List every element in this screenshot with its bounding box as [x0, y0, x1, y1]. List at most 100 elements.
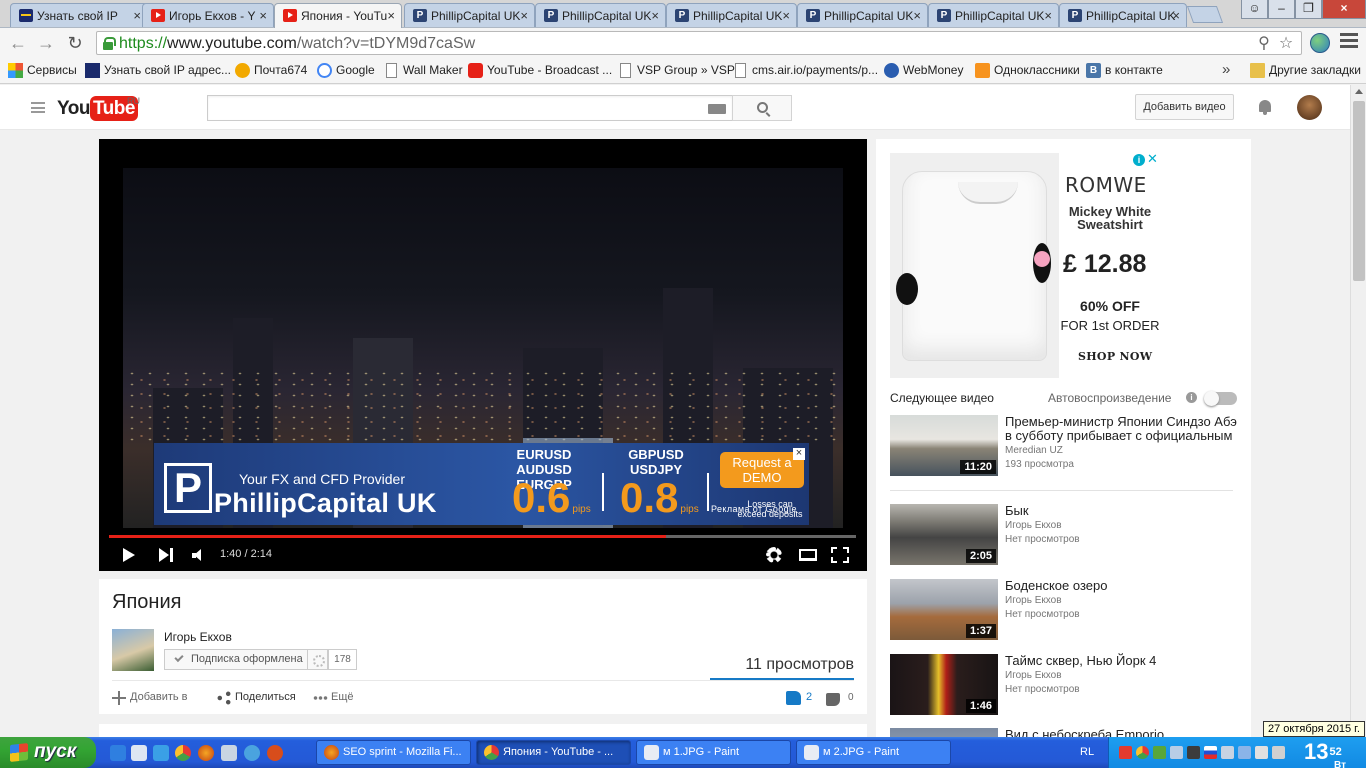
next-icon[interactable] [159, 548, 173, 562]
bookmark-wallmaker[interactable]: Wall Maker [384, 63, 463, 79]
browser-tab-phillip[interactable]: P PhillipCapital UK × [404, 3, 535, 27]
related-video[interactable]: 1:46 Таймс сквер, Нью Йорк 4 Игорь Екхов… [890, 654, 1235, 716]
upload-button[interactable]: Добавить видео [1135, 94, 1234, 120]
bookmark-vsp[interactable]: VSP Group » VSP [618, 63, 735, 79]
star-icon[interactable]: ☆ [1277, 35, 1295, 53]
related-video[interactable]: 11:20 Премьер-министр Японии Синдзо Абэ … [890, 415, 1237, 477]
close-tab-icon[interactable]: × [520, 8, 528, 23]
related-video[interactable]: Вид с небоскреба Emporio [890, 728, 1235, 737]
avatar[interactable] [1297, 95, 1322, 120]
browser-tab-phillip[interactable]: P PhillipCapital UK × [535, 3, 666, 27]
progress-bar[interactable] [109, 535, 856, 538]
bluetooth-icon[interactable] [1238, 746, 1251, 759]
info-icon[interactable]: i [1186, 392, 1197, 403]
fullscreen-icon[interactable] [831, 547, 849, 563]
back-button[interactable]: ← [6, 32, 30, 54]
subscription-settings-icon[interactable] [308, 649, 328, 670]
bookmark-mail[interactable]: Почта674 [235, 63, 307, 79]
network-icon[interactable] [1153, 746, 1166, 759]
reload-button[interactable]: ↻ [63, 32, 87, 54]
update-icon[interactable] [1272, 746, 1285, 759]
page-scrollbar[interactable] [1350, 85, 1366, 737]
bookmark-other-folder[interactable]: Другие закладки [1250, 63, 1361, 79]
bookmarks-overflow-button[interactable]: » [1222, 61, 1230, 78]
video-thumbnail[interactable]: 11:20 [890, 415, 998, 476]
close-ad-icon[interactable]: × [793, 448, 805, 460]
browser-tab-active[interactable]: Япония - YouTu × [274, 3, 402, 28]
scroll-up-arrow-icon[interactable] [1355, 89, 1363, 94]
sidebar-ad-banner[interactable]: i ✕ ROMWE Mickey White Sweatshirt £ 12.8… [890, 153, 1159, 378]
russia-flag-icon[interactable] [1204, 746, 1217, 759]
media-icon[interactable] [244, 745, 260, 761]
browser-tab-phillip[interactable]: P PhillipCapital UK × [928, 3, 1059, 27]
search-button[interactable] [732, 95, 792, 121]
request-demo-button[interactable]: Request a DEMO [720, 452, 804, 488]
close-tab-icon[interactable]: × [1044, 8, 1052, 23]
firefox-icon[interactable] [198, 745, 214, 761]
share-button[interactable]: Поделиться [217, 691, 296, 705]
taskbar-window-firefox[interactable]: SEO sprint - Mozilla Fi... [316, 740, 471, 765]
video-thumbnail[interactable]: 1:37 [890, 579, 998, 640]
bookmark-cms-air[interactable]: cms.air.io/payments/p... [733, 63, 878, 79]
more-button[interactable]: Ещё [313, 691, 354, 705]
explorer-icon[interactable] [153, 745, 169, 761]
taskbar-window-paint-2[interactable]: м 2.JPG - Paint [796, 740, 951, 765]
video-title[interactable]: Боденское озеро [1005, 579, 1240, 593]
usb-icon[interactable] [1255, 746, 1268, 759]
play-icon[interactable] [123, 548, 135, 562]
new-tab-button[interactable] [1186, 6, 1224, 23]
notepad-icon[interactable] [131, 745, 147, 761]
video-title[interactable]: Бык [1005, 504, 1240, 518]
youtube-logo[interactable]: You Tube [57, 96, 138, 121]
add-to-button[interactable]: Добавить в [112, 691, 188, 705]
close-tab-icon[interactable]: × [782, 8, 790, 23]
chrome-icon[interactable] [175, 745, 191, 761]
browser-tab-phillip[interactable]: P PhillipCapital UK × [1059, 3, 1187, 27]
close-tab-icon[interactable]: × [651, 8, 659, 23]
bookmark-ip[interactable]: Узнать свой IP адрес... [85, 63, 231, 79]
video-thumbnail[interactable]: 2:05 [890, 504, 998, 565]
taskbar-window-paint-1[interactable]: м 1.JPG - Paint [636, 740, 791, 765]
guide-menu-icon[interactable] [31, 102, 45, 113]
browser-menu-icon[interactable] [1340, 33, 1358, 49]
calculator-icon[interactable] [221, 745, 237, 761]
display-icon[interactable] [1170, 746, 1183, 759]
related-video[interactable]: 1:37 Боденское озеро Игорь Екхов Нет про… [890, 579, 1235, 641]
browser-tab-phillip[interactable]: P PhillipCapital UK × [797, 3, 928, 27]
bookmark-odnoklassniki[interactable]: Одноклассники [975, 63, 1080, 79]
close-tab-icon[interactable]: × [259, 8, 267, 23]
scrollbar-thumb[interactable] [1353, 101, 1365, 281]
chrome-icon[interactable] [1136, 746, 1149, 759]
browser-tab-channel[interactable]: Игорь Екхов - Y × [142, 3, 274, 27]
url-text[interactable]: https://www.youtube.com/watch?v=tDYM9d7c… [119, 35, 475, 53]
related-video[interactable]: 2:05 Бык Игорь Екхов Нет просмотров [890, 504, 1235, 566]
antivirus-icon[interactable] [1119, 746, 1132, 759]
shop-now-button[interactable]: SHOP NOW [1078, 350, 1152, 363]
bookmark-webmoney[interactable]: WebMoney [884, 63, 963, 79]
ie-icon[interactable] [110, 745, 126, 761]
user-icon[interactable]: ☺ [1241, 0, 1268, 19]
autoplay-toggle[interactable] [1204, 391, 1237, 406]
restore-button[interactable]: ❐ [1295, 0, 1322, 19]
close-tab-icon[interactable]: × [387, 8, 395, 23]
subscribe-button[interactable]: Подписка оформлена [164, 649, 308, 670]
bookmark-services[interactable]: Сервисы [8, 63, 77, 79]
volume-icon[interactable] [1221, 746, 1234, 759]
close-window-button[interactable]: × [1322, 0, 1366, 19]
language-indicator[interactable]: RL [1080, 746, 1094, 758]
close-tab-icon[interactable]: × [1172, 8, 1180, 23]
close-tab-icon[interactable]: × [133, 8, 141, 23]
video-thumbnail[interactable] [890, 728, 998, 737]
channel-avatar[interactable] [112, 629, 154, 671]
taskbar-window-chrome[interactable]: Япония - YouTube - ... [476, 740, 631, 765]
search-icon[interactable]: ⚲ [1255, 35, 1273, 53]
adchoices-icon[interactable]: i [1133, 154, 1145, 166]
browser-tab-ip[interactable]: Узнать свой IP × [10, 3, 148, 27]
clock[interactable]: 1352 Вт [1304, 740, 1346, 768]
dislike-icon[interactable] [826, 693, 840, 706]
address-bar[interactable]: https://www.youtube.com/watch?v=tDYM9d7c… [96, 31, 1302, 55]
close-tab-icon[interactable]: × [913, 8, 921, 23]
monitor-icon[interactable] [1187, 746, 1200, 759]
like-icon[interactable] [786, 691, 801, 705]
bookmark-google[interactable]: Google [317, 63, 375, 79]
